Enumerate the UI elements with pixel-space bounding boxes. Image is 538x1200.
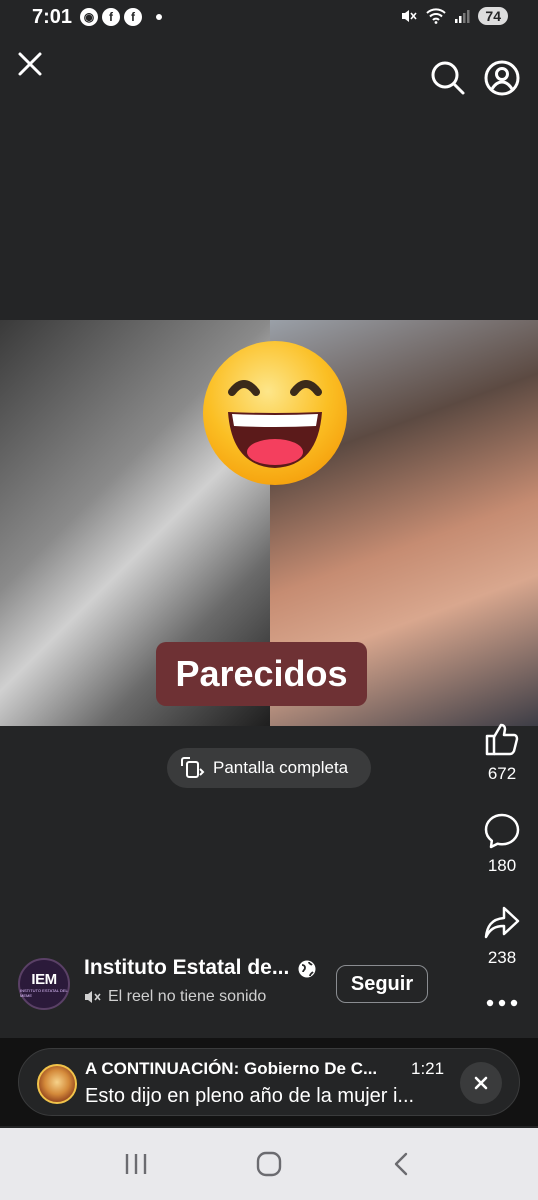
- next-up-title: A CONTINUACIÓN: Gobierno De C...: [85, 1059, 378, 1078]
- facebook-icon: f: [124, 8, 142, 26]
- author-avatar[interactable]: IEM INSTITUTO ESTATAL DEL MEME: [18, 958, 70, 1010]
- globe-icon: [298, 960, 316, 978]
- recent-apps-icon[interactable]: [122, 1151, 150, 1177]
- more-icon: [486, 999, 518, 1007]
- next-up-close-button[interactable]: [460, 1062, 502, 1104]
- search-button[interactable]: [428, 58, 468, 98]
- like-count: 672: [487, 764, 517, 783]
- back-icon[interactable]: [388, 1150, 416, 1178]
- notification-icons: ◉ f f: [80, 8, 162, 26]
- search-icon: [431, 61, 465, 95]
- close-icon: [18, 52, 42, 76]
- author-name[interactable]: Instituto Estatal de...: [84, 956, 289, 980]
- next-up-subtitle: Esto dijo en pleno año de la mujer i...: [85, 1085, 415, 1107]
- home-icon[interactable]: [255, 1150, 283, 1178]
- status-time: 7:01: [32, 6, 73, 28]
- next-up-card[interactable]: A CONTINUACIÓN: Gobierno De C... 1:21 Es…: [18, 1048, 520, 1116]
- status-bar: 7:01 ◉ f f 74: [0, 0, 538, 36]
- avatar-logo-text: IEM: [31, 970, 57, 988]
- profile-icon: [484, 60, 520, 96]
- share-icon: [484, 906, 520, 939]
- more-notifications-dot: [156, 14, 162, 20]
- eye-icon: ◉: [80, 8, 98, 26]
- next-up-duration: 1:21: [411, 1059, 445, 1078]
- system-nav-bar: [0, 1128, 538, 1200]
- comment-icon: [484, 813, 520, 849]
- follow-button[interactable]: Seguir: [336, 965, 428, 1003]
- next-up-thumbnail: [37, 1064, 77, 1104]
- speaker-muted-icon: [85, 991, 101, 1003]
- video-caption: Parecidos: [156, 642, 367, 706]
- signal-icon: [455, 10, 470, 23]
- close-icon: [474, 1076, 488, 1090]
- audio-status: El reel no tiene sonido: [84, 988, 266, 1006]
- share-count: 238: [487, 948, 517, 967]
- status-right: 74: [400, 7, 508, 25]
- close-button[interactable]: [10, 44, 50, 84]
- facebook-icon: f: [102, 8, 120, 26]
- fullscreen-button[interactable]: Pantalla completa: [167, 748, 371, 788]
- reel-video[interactable]: Parecidos: [0, 320, 538, 726]
- fullscreen-icon: [181, 757, 205, 778]
- comment-button[interactable]: 180: [474, 812, 530, 876]
- wifi-icon: [426, 8, 447, 24]
- avatar-logo-subtext: INSTITUTO ESTATAL DEL MEME: [20, 987, 68, 998]
- like-button[interactable]: 672: [474, 720, 530, 784]
- grinning-face-emoji: [203, 341, 347, 485]
- comment-count: 180: [487, 856, 517, 875]
- share-button[interactable]: 238: [474, 904, 530, 968]
- fullscreen-label: Pantalla completa: [213, 758, 349, 777]
- like-icon: [485, 723, 519, 756]
- mute-icon: [402, 10, 418, 22]
- more-options-button[interactable]: [474, 996, 530, 1010]
- audio-status-text: El reel no tiene sonido: [108, 988, 267, 1005]
- profile-button[interactable]: [482, 58, 522, 98]
- battery-level: 74: [478, 7, 508, 25]
